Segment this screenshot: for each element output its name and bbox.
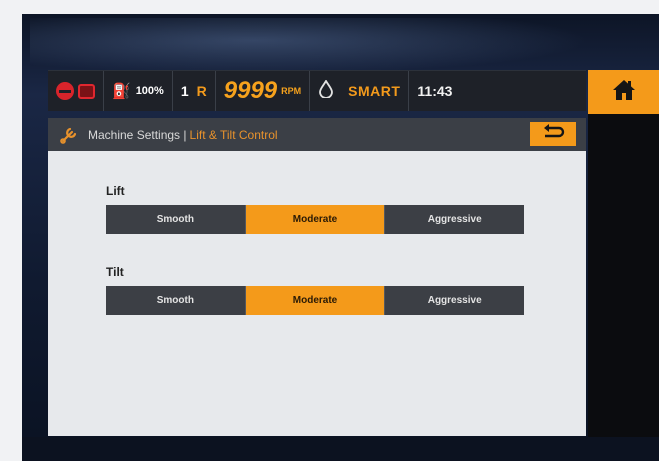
mode-status: SMART — [310, 71, 410, 111]
back-button[interactable] — [530, 122, 576, 146]
breadcrumb-page: Lift & Tilt Control — [189, 127, 278, 142]
bezel-bottom — [22, 437, 659, 461]
tilt-option-smooth[interactable]: Smooth — [106, 286, 246, 315]
rpm-status: 9999 RPM — [216, 71, 311, 111]
tilt-option-moderate[interactable]: Moderate — [245, 286, 386, 315]
screen-reflection — [30, 18, 590, 74]
battery-alert-icon — [78, 83, 95, 99]
home-icon — [611, 78, 637, 107]
drop-icon — [318, 78, 334, 103]
tilt-option-aggressive[interactable]: Aggressive — [385, 286, 525, 315]
fuel-level-icon: ⛽ — [112, 83, 131, 100]
rpm-unit: RPM — [281, 86, 302, 96]
fuel-percent: 100% — [135, 85, 164, 97]
tilt-label: Tilt — [106, 265, 124, 279]
fuel-status: ⛽ 100% — [104, 71, 173, 111]
tilt-selector: Smooth Moderate Aggressive — [106, 286, 525, 315]
machine-settings-icon — [58, 124, 80, 146]
rpm-value: 9999 — [223, 77, 278, 104]
gear-status: 1 R — [173, 71, 216, 111]
mode-value: SMART — [348, 83, 401, 99]
status-bar: ⛽ 100% 1 R 9999 RPM SMART 11:43 — [48, 70, 586, 111]
clock-time: 11:43 — [417, 83, 453, 99]
home-button[interactable] — [588, 70, 659, 114]
lift-option-moderate[interactable]: Moderate — [245, 205, 386, 234]
back-arrow-icon — [541, 123, 565, 145]
lift-option-aggressive[interactable]: Aggressive — [385, 205, 525, 234]
lift-selector: Smooth Moderate Aggressive — [106, 205, 525, 234]
breadcrumb: Machine Settings | Lift & Tilt Control — [48, 118, 586, 151]
engine-alert-icon — [56, 82, 74, 100]
lift-label: Lift — [106, 184, 125, 198]
breadcrumb-section[interactable]: Machine Settings | — [88, 128, 187, 142]
alert-indicators — [48, 71, 104, 111]
settings-panel: Lift Smooth Moderate Aggressive Tilt Smo… — [48, 151, 586, 436]
range-value: R — [196, 83, 207, 99]
clock-status: 11:43 — [409, 71, 460, 111]
lift-option-smooth[interactable]: Smooth — [106, 205, 246, 234]
side-panel — [588, 114, 659, 437]
gear-value: 1 — [180, 83, 189, 99]
